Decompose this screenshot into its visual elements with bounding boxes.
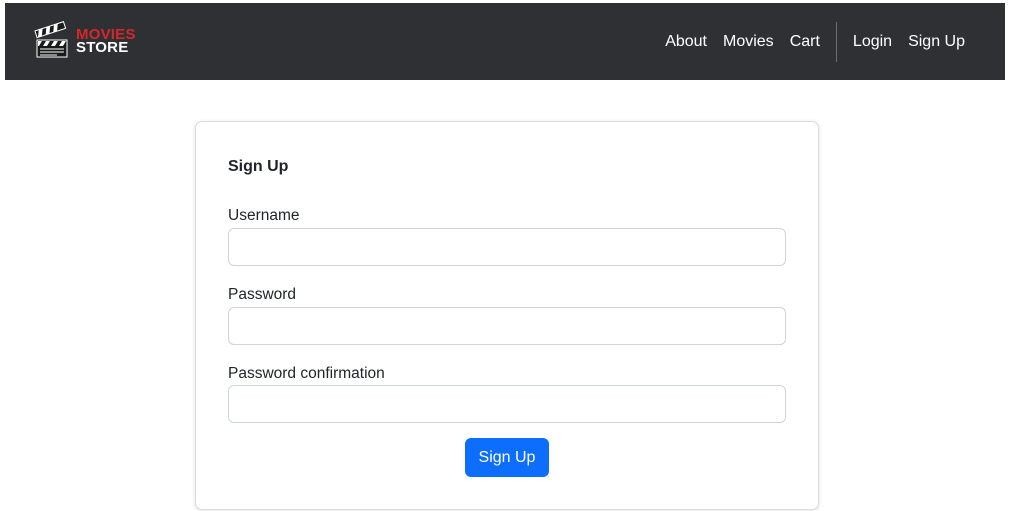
brand-text: MOVIES STORE xyxy=(76,27,136,56)
nav-link-movies[interactable]: Movies xyxy=(715,33,782,51)
brand-logo-link[interactable]: MOVIES STORE xyxy=(33,21,136,61)
clapperboard-icon xyxy=(34,21,68,58)
password-confirmation-label: Password confirmation xyxy=(228,365,385,382)
signup-submit-button[interactable]: Sign Up xyxy=(465,438,549,477)
navbar: MOVIES STORE About Movies Cart Login Sig… xyxy=(5,3,1005,80)
brand-line-2: STORE xyxy=(76,39,129,56)
card-title: Sign Up xyxy=(228,158,289,175)
nav-divider xyxy=(835,21,837,62)
password-input[interactable] xyxy=(228,307,786,345)
username-input[interactable] xyxy=(228,228,786,266)
password-label: Password xyxy=(228,286,297,303)
username-label: Username xyxy=(228,207,300,224)
nav-link-signup[interactable]: Sign Up xyxy=(900,33,973,51)
password-confirmation-input[interactable] xyxy=(228,385,786,423)
nav-link-cart[interactable]: Cart xyxy=(782,33,828,51)
nav-links: About Movies Cart Login Sign Up xyxy=(657,3,973,80)
nav-link-login[interactable]: Login xyxy=(845,33,900,51)
nav-link-about[interactable]: About xyxy=(657,33,715,51)
signup-card: Sign Up Username Password Password confi… xyxy=(195,121,819,510)
